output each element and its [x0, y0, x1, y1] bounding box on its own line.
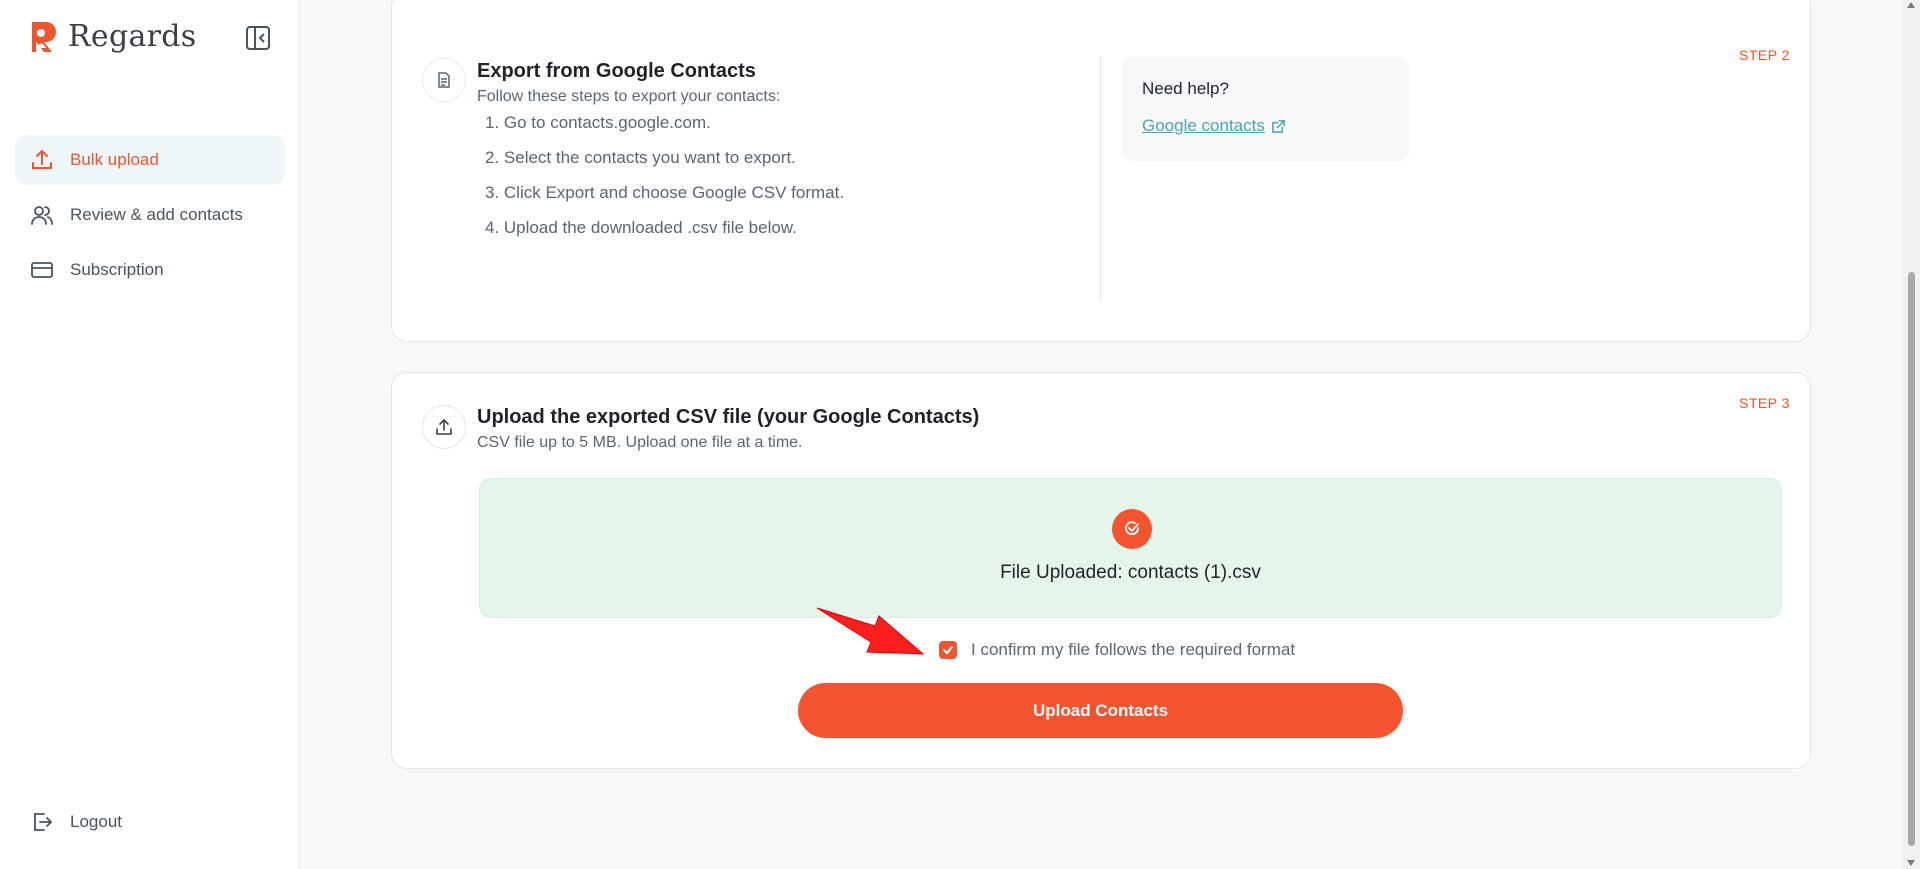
step3-icon-badge: [422, 405, 466, 449]
sidebar-item-label: Bulk upload: [70, 150, 159, 169]
regards-logo-icon: [32, 22, 56, 52]
sidebar-item-subscription[interactable]: Subscription: [15, 245, 285, 295]
check-circle-icon: [1112, 509, 1152, 549]
list-item: 3. Click Export and choose Google CSV fo…: [485, 183, 845, 202]
page-scrollbar[interactable]: [1903, 0, 1920, 869]
document-icon: [438, 72, 450, 88]
sidebar-item-review-add-contacts[interactable]: Review & add contacts: [15, 190, 285, 240]
google-contacts-link[interactable]: Google contacts: [1142, 116, 1286, 136]
sidebar-item-label: Subscription: [70, 260, 164, 279]
step3-card: STEP 3 Upload the exported CSV file (you…: [391, 372, 1811, 769]
export-steps-list: 1. Go to contacts.google.com. 2. Select …: [485, 113, 844, 253]
upload-icon: [436, 418, 452, 435]
scroll-down-arrow-icon[interactable]: [1907, 860, 1915, 866]
step-label: STEP 2: [1739, 47, 1790, 63]
sidebar-item-label: Review & add contacts: [70, 205, 243, 224]
sidebar-item-bulk-upload[interactable]: Bulk upload: [15, 135, 285, 185]
step2-title: Export from Google Contacts: [477, 60, 756, 82]
list-item: 4. Upload the downloaded .csv file below…: [485, 218, 797, 237]
link-label: Google contacts: [1142, 116, 1265, 135]
help-title: Need help?: [1142, 79, 1229, 98]
checkmark-icon: [943, 646, 953, 655]
step2-subtitle: Follow these steps to export your contac…: [477, 88, 781, 105]
sidebar: Regards Bulk upload Review & add contact…: [0, 0, 299, 869]
logout-label: Logout: [70, 812, 122, 831]
users-icon: [31, 206, 53, 225]
divider: [1100, 56, 1101, 301]
list-item: 2. Select the contacts you want to expor…: [485, 148, 796, 167]
upload-dropzone[interactable]: File Uploaded: contacts (1).csv: [479, 478, 1782, 618]
list-item: 1. Go to contacts.google.com.: [485, 113, 711, 132]
sidebar-nav: Bulk upload Review & add contacts Subscr…: [15, 135, 285, 300]
confirm-format-checkbox[interactable]: [939, 641, 957, 659]
collapse-sidebar-icon[interactable]: [244, 24, 272, 52]
step2-card: STEP 2 Export from Google Contacts Follo…: [391, 0, 1811, 342]
step-label: STEP 3: [1739, 395, 1790, 411]
brand-logo[interactable]: Regards: [28, 18, 196, 54]
scrollbar-thumb[interactable]: [1908, 272, 1915, 846]
upload-contacts-button[interactable]: Upload Contacts: [798, 683, 1403, 738]
brand-name: Regards: [68, 18, 197, 54]
confirm-format-label: I confirm my file follows the required f…: [971, 640, 1296, 659]
confirm-format-row[interactable]: I confirm my file follows the required f…: [939, 640, 1295, 660]
logout-button[interactable]: Logout: [30, 810, 122, 834]
step3-title: Upload the exported CSV file (your Googl…: [477, 406, 980, 428]
scroll-up-arrow-icon[interactable]: [1907, 2, 1915, 8]
uploaded-file-text: File Uploaded: contacts (1).csv: [1000, 562, 1261, 583]
upload-icon: [32, 149, 52, 169]
credit-card-icon: [31, 262, 53, 278]
external-link-icon: [1271, 119, 1285, 133]
step2-icon-badge: [422, 58, 466, 102]
logout-icon: [34, 813, 53, 831]
help-box: Need help? Google contacts: [1122, 57, 1409, 161]
step3-subtitle: CSV file up to 5 MB. Upload one file at …: [477, 434, 803, 451]
